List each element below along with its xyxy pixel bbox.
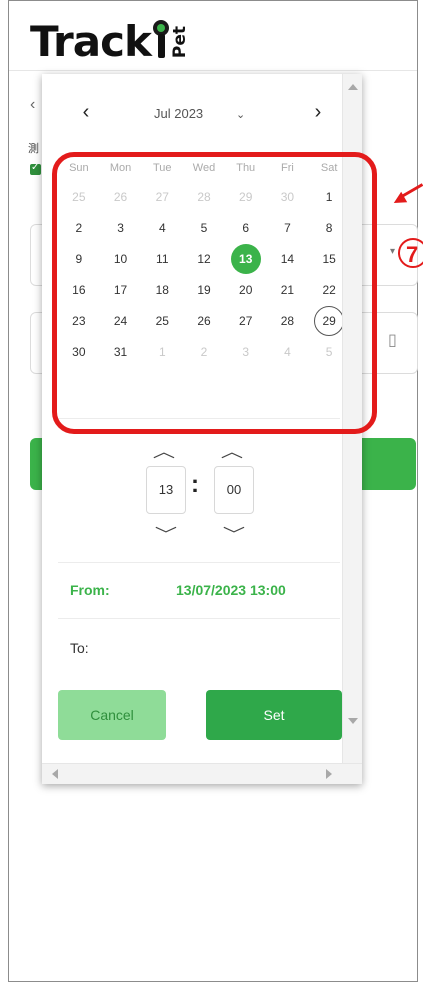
chevron-down-icon[interactable]: ⌄	[236, 108, 245, 121]
annotation-highlight-box	[52, 152, 377, 434]
app-logo: Track Pet	[30, 10, 190, 66]
minute-field[interactable]: 00	[214, 466, 254, 514]
hour-decrement-button[interactable]: ﹀	[155, 521, 177, 545]
set-button[interactable]: Set	[206, 690, 342, 740]
divider	[58, 618, 340, 619]
from-value: 13/07/2023 13:00	[176, 582, 286, 598]
annotation-step-number: 7	[398, 238, 423, 268]
from-label: From:	[70, 582, 110, 598]
prev-month-button[interactable]: ‹	[74, 102, 98, 122]
next-month-button[interactable]: ›	[306, 102, 330, 122]
to-label: To:	[70, 640, 89, 656]
minute-increment-button[interactable]: ︿	[221, 438, 243, 462]
calendar-icon[interactable]: ▯	[388, 330, 397, 350]
logo-subtext: Pet	[169, 25, 190, 58]
hour-field[interactable]: 13	[146, 466, 186, 514]
background-label: 測	[28, 143, 39, 155]
back-chevron-icon[interactable]: ‹	[30, 96, 35, 114]
header-divider	[9, 70, 417, 71]
dropdown-arrow-icon: ▾	[390, 246, 396, 257]
background-checkbox[interactable]	[30, 162, 41, 175]
location-pin-icon	[152, 20, 169, 60]
scroll-right-icon[interactable]	[326, 769, 332, 779]
scroll-up-icon[interactable]	[348, 84, 358, 90]
horizontal-scrollbar[interactable]	[42, 763, 362, 784]
logo-text: Track	[30, 17, 152, 66]
time-separator: :	[191, 471, 199, 498]
month-year-select[interactable]: Jul 2023	[154, 106, 203, 121]
cancel-button[interactable]: Cancel	[58, 690, 166, 740]
scroll-left-icon[interactable]	[52, 769, 58, 779]
minute-decrement-button[interactable]: ﹀	[223, 521, 245, 545]
scroll-down-icon[interactable]	[348, 718, 358, 724]
divider	[58, 562, 340, 563]
hour-increment-button[interactable]: ︿	[153, 438, 175, 462]
